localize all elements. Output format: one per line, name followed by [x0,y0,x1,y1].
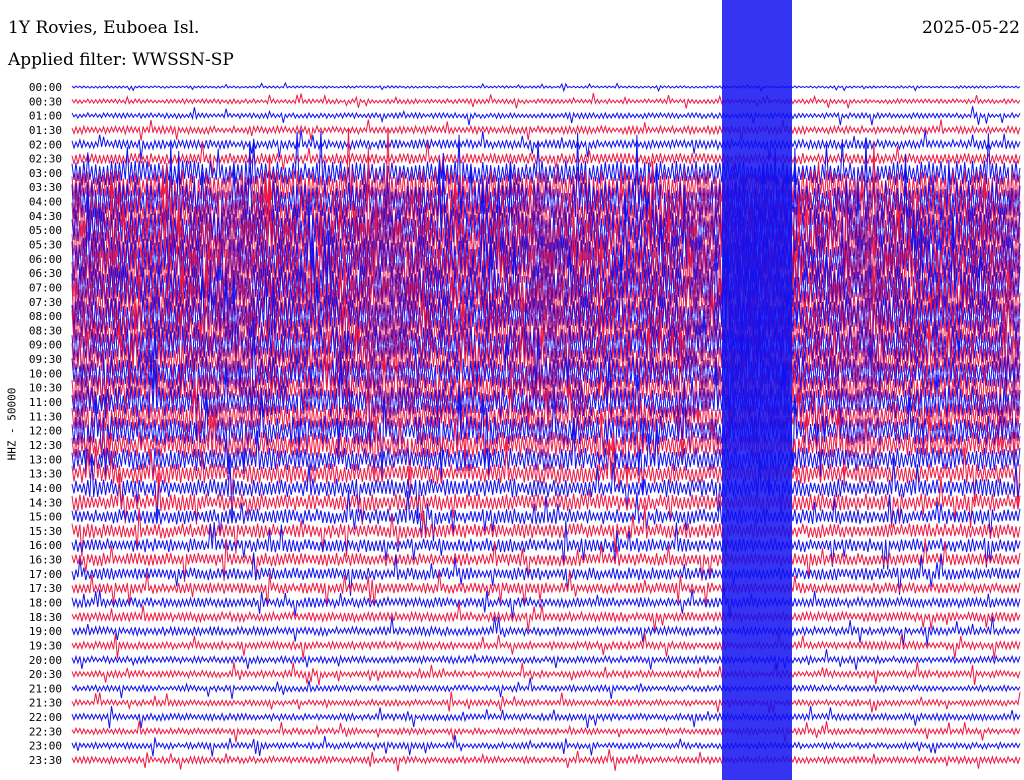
hour-label: 19:30 [29,639,62,652]
hour-label: 18:30 [29,611,62,624]
hour-label: 07:00 [29,282,62,295]
hour-label: 11:30 [29,410,62,423]
hour-label: 04:30 [29,210,62,223]
saturated-event-band [722,0,792,780]
helicorder-plot: 00:0000:30 01:0001:3002:00 02:3003:0003:30… [29,0,1021,780]
trace-row-1630 [71,538,1021,583]
hour-label: 23:30 [29,754,62,767]
hour-label: 04:00 [29,196,62,209]
trace-row-0100 [71,106,1021,126]
trace-row-1700 [71,552,1021,596]
hour-label: 23:00 [29,740,62,753]
hour-label: 02:00 [29,138,62,151]
hour-label: 08:00 [29,310,62,323]
hour-label: 14:00 [29,482,62,495]
hour-label: 13:00 [29,453,62,466]
hour-label: 16:00 [29,539,62,552]
hour-label-layer: 00:0000:30 01:0001:3002:00 02:3003:0003:30… [29,81,62,767]
hour-label: 03:30 [29,181,62,194]
trace-row-0130 [71,119,1021,141]
hour-label: 11:00 [29,396,62,409]
hour-label: 06:30 [29,267,62,280]
hour-label: 20:30 [29,668,62,681]
trace-row-2030 [71,661,1021,686]
hour-label: 14:30 [29,496,62,509]
hour-label: 13:30 [29,468,62,481]
channel-label: HHZ - 50000 [5,387,19,461]
trace-layer [71,0,1021,780]
hour-label: 08:30 [29,324,62,337]
trace-row-2230 [71,720,1021,743]
hour-label: 01:30 [29,124,62,137]
hour-label: 05:00 [29,224,62,237]
hour-label: 22:30 [29,725,62,738]
hour-label: 15:30 [29,525,62,538]
trace-row-2000 [71,649,1021,671]
trace-row-0000 [71,81,1021,93]
hour-label: 12:30 [29,439,62,452]
hour-label: 16:30 [29,554,62,567]
trace-row-2330 [71,749,1021,772]
trace-row-1230 [71,404,1021,488]
hour-label: 05:30 [29,239,62,252]
hour-label: 01:00 [29,110,62,123]
hour-label: 20:00 [29,654,62,667]
hour-label: 22:00 [29,711,62,724]
hour-label: 12:00 [29,425,62,438]
hour-label: 15:00 [29,511,62,524]
hour-label: 18:00 [29,597,62,610]
hour-label: 06:00 [29,253,62,266]
hour-label: 09:00 [29,339,62,352]
hour-label: 17:30 [29,582,62,595]
hour-label: 19:00 [29,625,62,638]
hour-label: 09:30 [29,353,62,366]
trace-row-2100 [71,677,1021,700]
trace-row-1500 [71,490,1021,542]
hour-label: 02:30 [29,153,62,166]
hour-label: 21:30 [29,697,62,710]
trace-row-2130 [71,691,1021,714]
hour-label: 00:30 [29,95,62,108]
hour-label: 17:00 [29,568,62,581]
hour-label: 07:30 [29,296,62,309]
hour-label: 21:00 [29,682,62,695]
trace-row-2300 [71,735,1021,757]
hour-label: 10:30 [29,382,62,395]
hour-label: 00:00 [29,81,62,94]
trace-row-0030 [71,93,1021,109]
hour-label: 03:00 [29,167,62,180]
hour-label: 10:00 [29,367,62,380]
trace-row-2200 [71,705,1021,729]
